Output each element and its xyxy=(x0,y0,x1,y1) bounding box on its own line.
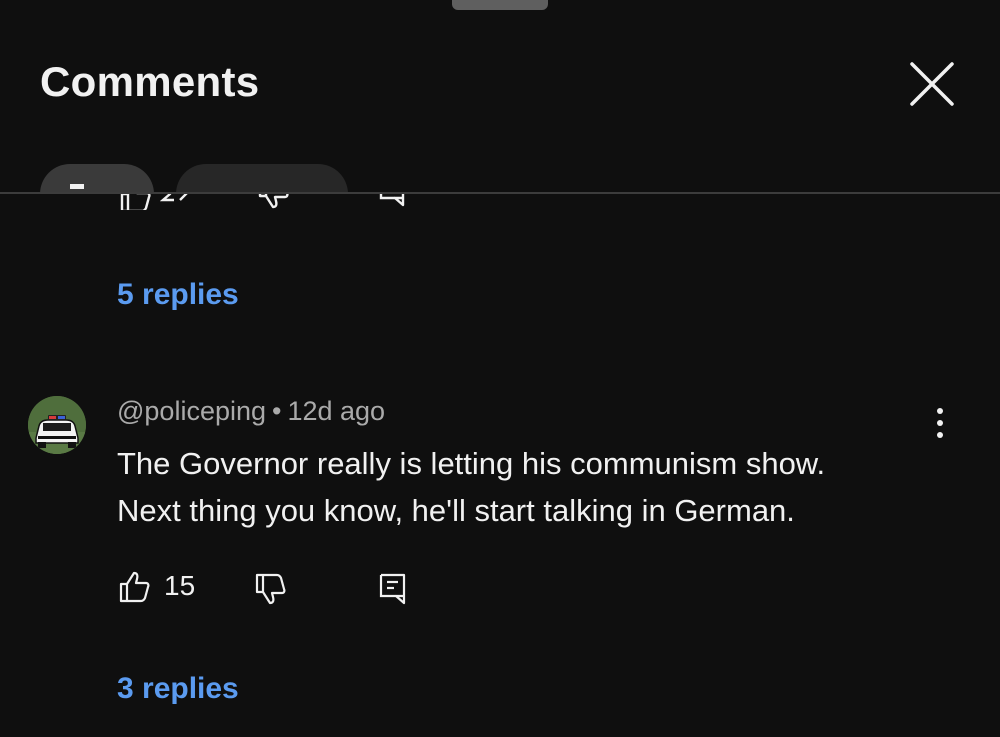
filter-chip-top[interactable] xyxy=(40,164,154,193)
reply-comment-icon[interactable] xyxy=(378,194,406,208)
like-button[interactable] xyxy=(118,570,152,609)
drag-handle[interactable] xyxy=(452,0,548,10)
like-count-fragment xyxy=(160,194,188,202)
comment-timestamp: 12d ago xyxy=(287,396,386,426)
filter-chip-newest[interactable] xyxy=(176,164,348,193)
thumbs-down-icon[interactable] xyxy=(256,194,290,210)
thumbs-up-icon xyxy=(119,571,150,603)
thumbs-down-icon xyxy=(255,573,286,605)
chip-text-fragment xyxy=(70,184,84,189)
like-count: 15 xyxy=(164,570,196,601)
close-button[interactable] xyxy=(904,56,960,112)
more-vertical-icon xyxy=(928,408,952,438)
dislike-button[interactable] xyxy=(254,572,288,611)
reply-button[interactable] xyxy=(378,572,408,611)
avatar[interactable] xyxy=(28,396,86,454)
comment-text-line: The Governor really is letting his commu… xyxy=(117,446,826,481)
comment-replies-link[interactable]: 3 replies xyxy=(117,672,239,706)
thumbs-up-icon[interactable] xyxy=(118,194,152,210)
previous-comment-actions xyxy=(0,194,1000,210)
comment-text-line: Next thing you know, he'll start talking… xyxy=(117,493,795,528)
comments-sheet: Comments 5 replies @policeping • 12d ago… xyxy=(0,0,1000,737)
close-icon xyxy=(910,62,954,106)
filter-chip-row xyxy=(0,150,1000,193)
previous-comment-replies-link[interactable]: 5 replies xyxy=(117,278,239,312)
page-title: Comments xyxy=(40,58,260,105)
comment-meta: @policeping • 12d ago xyxy=(117,396,385,427)
police-car-avatar xyxy=(28,396,86,454)
reply-comment-icon xyxy=(379,573,406,605)
comment-text: The Governor really is letting his commu… xyxy=(117,440,937,534)
meta-separator: • xyxy=(272,396,282,426)
comment-author[interactable]: @policeping xyxy=(117,396,266,426)
